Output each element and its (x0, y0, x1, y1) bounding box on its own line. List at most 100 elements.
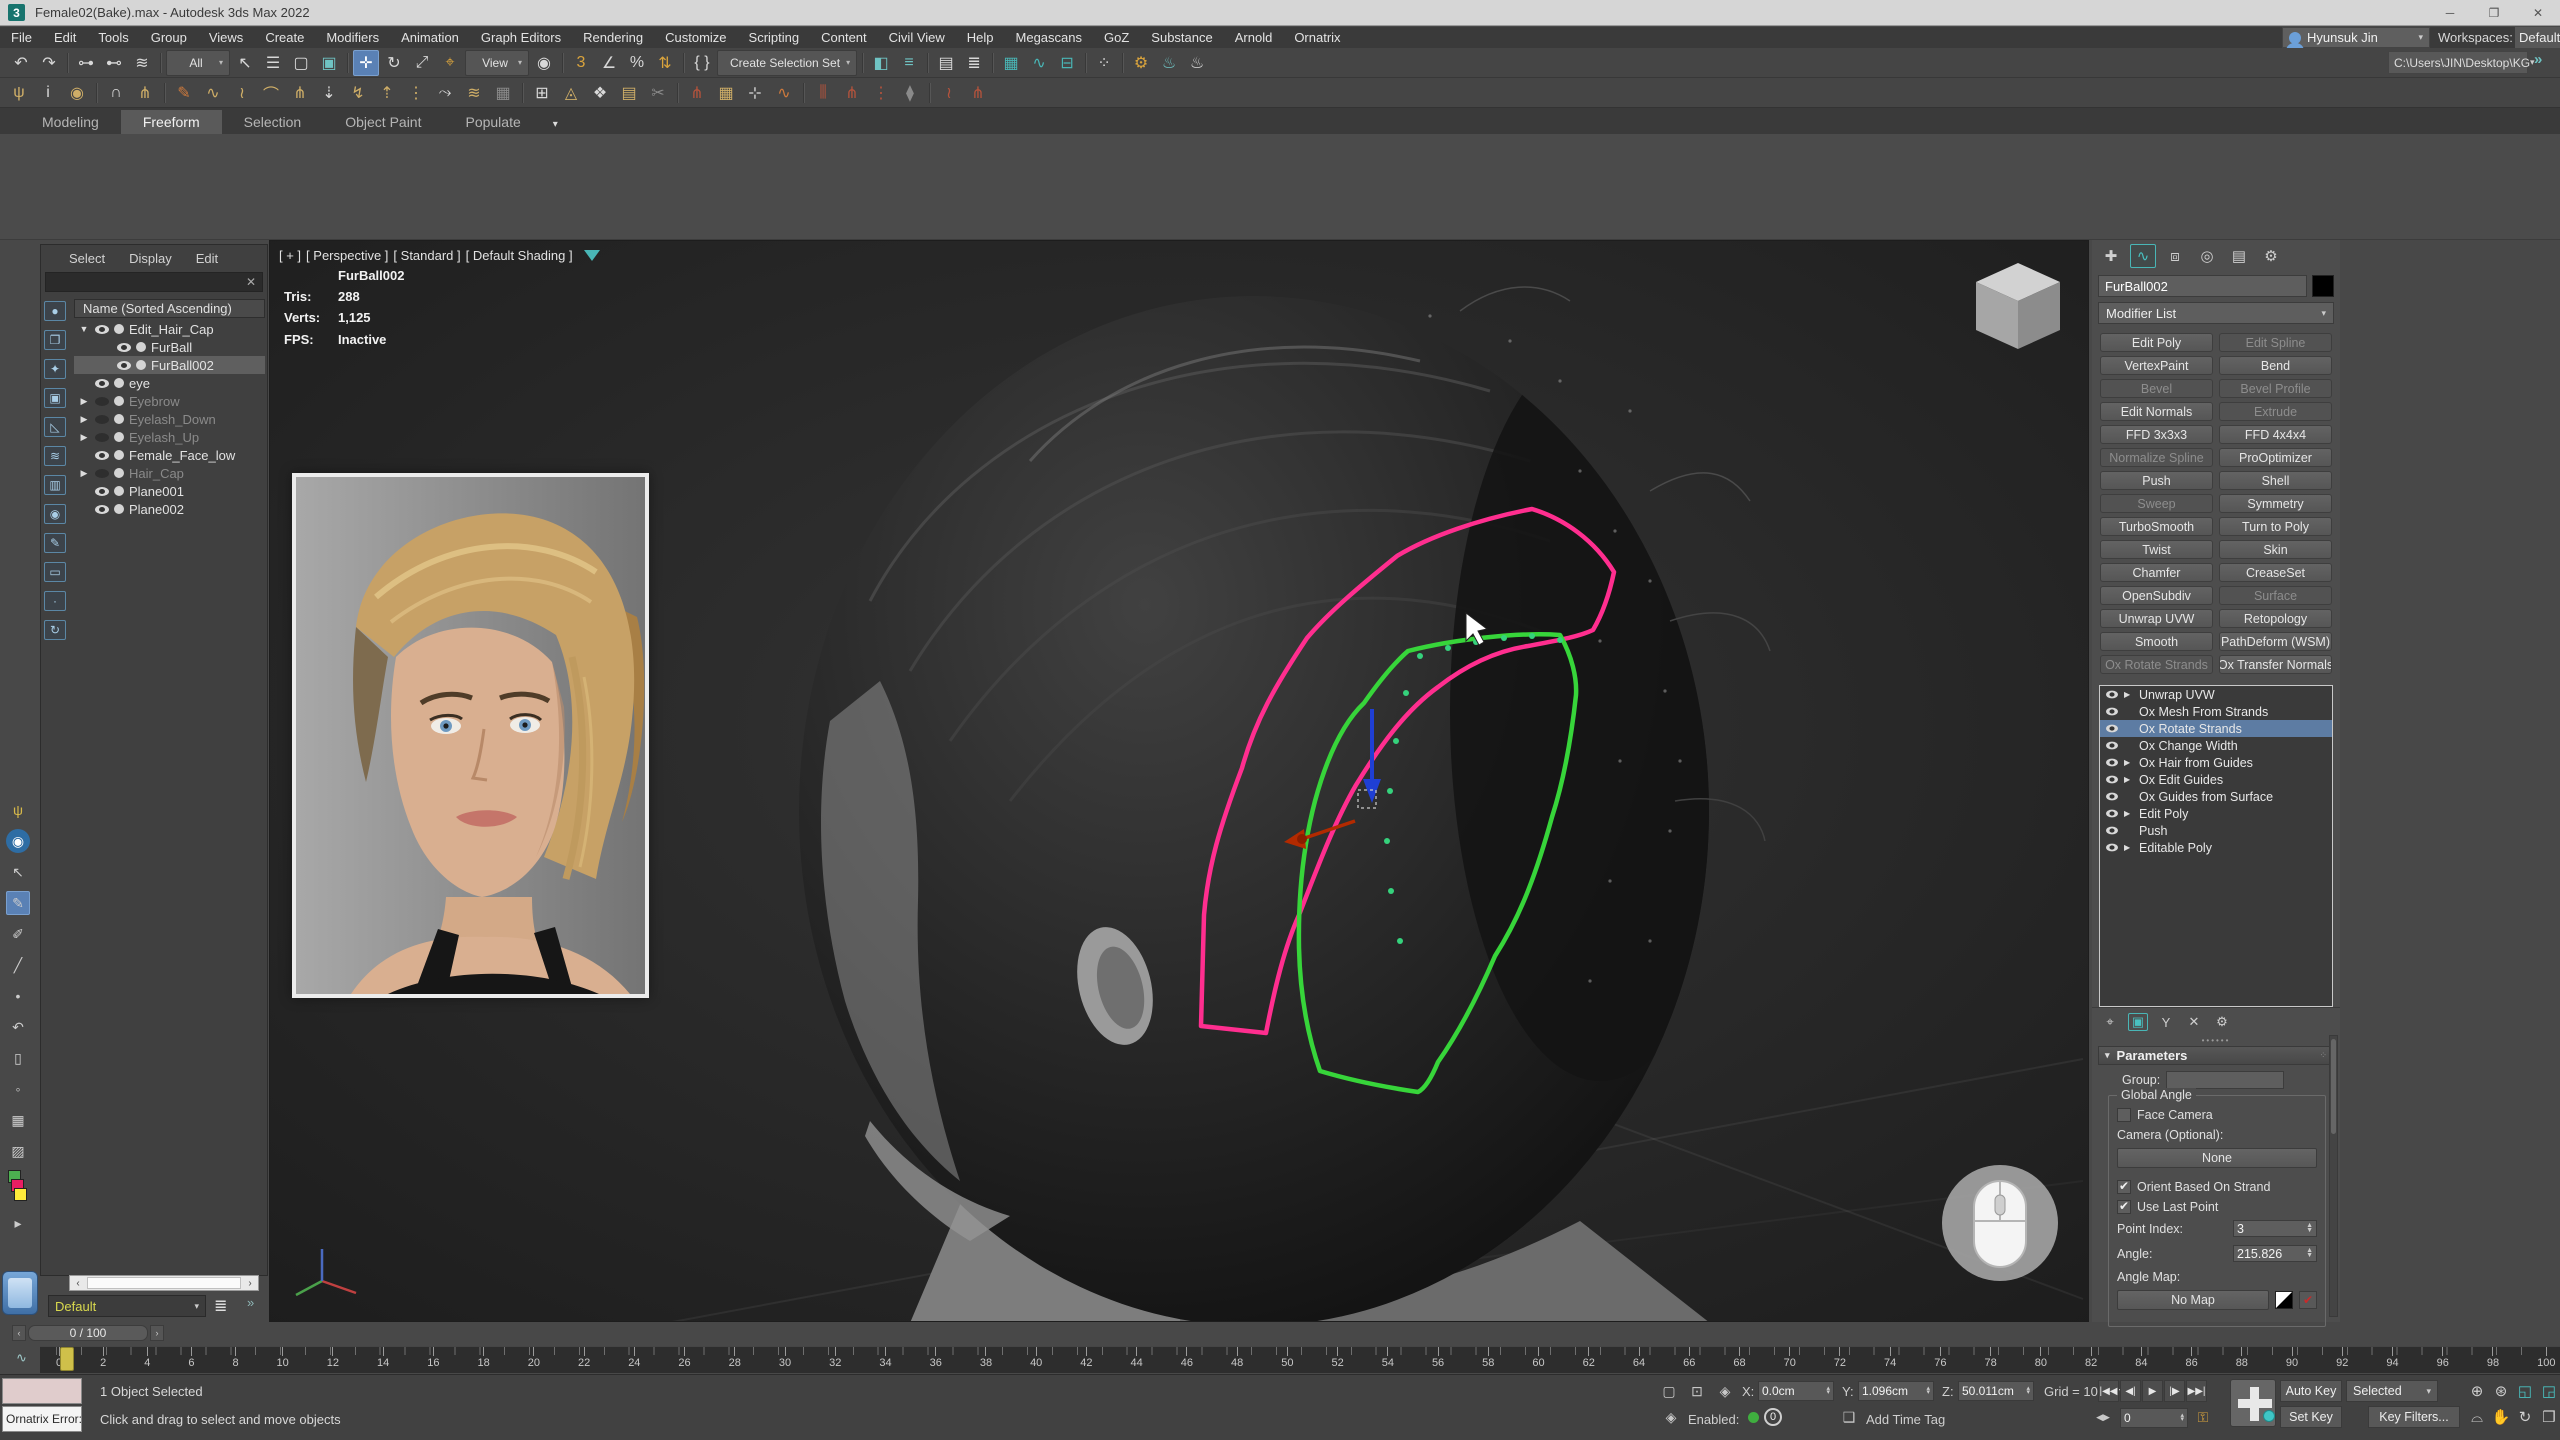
scene-tree-item[interactable]: ▼ Edit_Hair_Cap (74, 320, 265, 338)
key-filters-button[interactable]: Key Filters... (2368, 1406, 2460, 1428)
spin-down-icon[interactable]: ▼ (2306, 1254, 2313, 1259)
object-dot-icon[interactable] (114, 378, 124, 388)
modifier-eye-icon[interactable] (2106, 810, 2118, 818)
menu-item[interactable]: GoZ (1093, 27, 1140, 48)
tab-object-paint[interactable]: Object Paint (323, 110, 443, 134)
modifier-button[interactable]: CreaseSet (2219, 563, 2332, 582)
modifier-button[interactable]: Shell (2219, 471, 2332, 490)
modifier-button[interactable]: OpenSubdiv (2100, 586, 2213, 605)
angle-map-button[interactable]: No Map (2117, 1290, 2269, 1310)
rectangular-selection-region-icon[interactable]: ▢ (288, 50, 314, 76)
select-object-icon[interactable]: ↖ (232, 50, 258, 76)
menu-item[interactable]: Graph Editors (470, 27, 572, 48)
modifier-button[interactable]: Twist (2100, 540, 2213, 559)
map-output-swatch[interactable] (2275, 1291, 2293, 1309)
workspace-dropdown[interactable]: Default ▾ (2515, 27, 2560, 48)
camera-none-button[interactable]: None (2117, 1148, 2317, 1168)
snap-center-icon[interactable]: ◈ (1714, 1380, 1736, 1402)
delete-stroke-icon[interactable]: ▯ (6, 1046, 30, 1070)
ox-lock-guides-icon[interactable]: ∩ (103, 80, 129, 106)
expand-arrow-icon[interactable]: ▶ (78, 468, 90, 479)
modifier-eye-icon[interactable] (2106, 776, 2118, 784)
macro-recorder-field[interactable] (2, 1378, 82, 1404)
ox-push-away-icon[interactable]: ⇡ (374, 80, 400, 106)
scroll-right-icon[interactable]: › (242, 1278, 258, 1289)
x-coordinate-field[interactable]: 0.0cm▴▾ (1758, 1381, 1834, 1401)
zoom-all-icon[interactable]: ⊛ (2490, 1380, 2512, 1402)
ox-braid-red-icon[interactable]: ⋔ (684, 80, 710, 106)
perspective-viewport[interactable]: [ + ] [ Perspective ] [ Standard ] [ Def… (269, 240, 2089, 1322)
minimize-button[interactable]: ─ (2428, 0, 2472, 25)
rendered-frame-window-icon[interactable]: ♨ (1156, 50, 1182, 76)
viewport-layout-tab[interactable] (2, 1271, 38, 1315)
toggle-scene-explorer-icon[interactable]: ▤ (933, 50, 959, 76)
user-account-menu[interactable]: Hyunsuk Jin ▾ (2282, 27, 2430, 48)
modifier-button[interactable]: VertexPaint (2100, 356, 2213, 375)
display-all-icon[interactable]: ● (44, 301, 66, 321)
display-tab-icon[interactable]: ▤ (2226, 244, 2252, 268)
group-field[interactable] (2166, 1071, 2284, 1089)
modifier-stack-item[interactable]: ▶ Unwrap UVW (2100, 686, 2332, 703)
display-refresh-icon[interactable]: ↻ (44, 620, 66, 640)
time-tag-icon[interactable]: ❑ (1838, 1406, 1860, 1428)
display-edit-icon[interactable]: ✎ (44, 533, 66, 553)
redo-icon[interactable]: ↷ (36, 50, 62, 76)
visibility-eye-icon[interactable] (95, 379, 109, 388)
active-layer-dropdown[interactable]: Default ▾ (48, 1295, 206, 1317)
parameters-rollout-header[interactable]: ▾ Parameters ⁘ (2098, 1046, 2334, 1065)
modifier-stack-item[interactable]: ▶ Edit Poly (2100, 805, 2332, 822)
next-frame-button[interactable]: › (150, 1325, 164, 1341)
modifier-button[interactable]: FFD 4x4x4 (2219, 425, 2332, 444)
ox-guide-cluster-icon[interactable]: ❖ (587, 80, 613, 106)
menu-item[interactable]: Rendering (572, 27, 654, 48)
expand-arrow-icon[interactable]: ▶ (2124, 809, 2134, 818)
scene-tree-item[interactable]: ▶ Hair_Cap (74, 464, 265, 482)
y-coordinate-field[interactable]: 1.096cm▴▾ (1858, 1381, 1934, 1401)
selection-filter-dropdown[interactable]: All ▾ (166, 50, 230, 76)
modifier-eye-icon[interactable] (2106, 708, 2118, 716)
key-mode-dropdown[interactable]: Selected ▾ (2346, 1380, 2438, 1402)
next-frame-icon[interactable]: |▶ (2164, 1380, 2185, 1402)
ox-edit-guides-icon[interactable]: ✎ (171, 80, 197, 106)
modifier-button[interactable]: Sweep (2100, 494, 2213, 513)
separator[interactable] (680, 50, 687, 76)
display-geometry-icon[interactable]: ❐ (44, 330, 66, 350)
visibility-eye-icon[interactable] (95, 451, 109, 460)
panel-scrollbar[interactable] (2329, 1035, 2338, 1317)
ox-folder-icon[interactable]: ▤ (616, 80, 642, 106)
configure-modifier-sets-icon[interactable]: ⚙ (2212, 1013, 2232, 1031)
scene-tree-item[interactable]: FurBall002 (74, 356, 265, 374)
separator[interactable] (344, 50, 351, 76)
undo-stroke-icon[interactable]: ↶ (6, 1015, 30, 1039)
orbit-icon[interactable]: ↻ (2514, 1406, 2536, 1428)
separator[interactable] (559, 50, 566, 76)
tab-populate[interactable]: Populate (443, 110, 542, 134)
modifier-button[interactable]: ProOptimizer (2219, 448, 2332, 467)
menu-item[interactable]: Views (198, 27, 254, 48)
selection-lock-icon[interactable]: ⊡ (1686, 1380, 1708, 1402)
frame-step-icon[interactable]: ◀▶ (2092, 1406, 2114, 1428)
ox-dynamics-icon[interactable]: ✂ (645, 80, 671, 106)
curve-editor-icon[interactable]: ∿ (1026, 50, 1052, 76)
menu-item[interactable]: Content (810, 27, 878, 48)
menu-item[interactable]: Animation (390, 27, 470, 48)
modifier-button[interactable]: Edit Spline (2219, 333, 2332, 352)
display-cameras-icon[interactable]: ▣ (44, 388, 66, 408)
viewport-general-menu[interactable]: [ + ] (279, 248, 301, 263)
ribbon-collapse-icon[interactable]: ▾ (543, 115, 568, 134)
previous-frame-icon[interactable]: ◀| (2120, 1380, 2141, 1402)
undo-icon[interactable]: ↶ (8, 50, 34, 76)
rollout-resize-grip[interactable]: •••••• (2092, 1036, 2340, 1044)
modifier-button[interactable]: Ox Rotate Strands (2100, 655, 2213, 674)
color-swatch-stack[interactable] (8, 1170, 28, 1204)
separator[interactable] (1119, 50, 1126, 76)
select-and-place-icon[interactable]: ⌖ (437, 50, 463, 76)
ox-strand-weave-icon[interactable]: ≋ (461, 80, 487, 106)
modify-tab-icon[interactable]: ∿ (2130, 244, 2156, 268)
scene-tree-item[interactable]: FurBall (74, 338, 265, 356)
expand-arrow-icon[interactable]: ▶ (78, 396, 90, 407)
select-cursor-icon[interactable]: ↖ (6, 860, 30, 884)
current-frame-field[interactable]: 0▴▾ (2120, 1408, 2188, 1428)
ox-mesh-from-strands-icon[interactable]: ▦ (490, 80, 516, 106)
separator[interactable] (1082, 50, 1089, 76)
